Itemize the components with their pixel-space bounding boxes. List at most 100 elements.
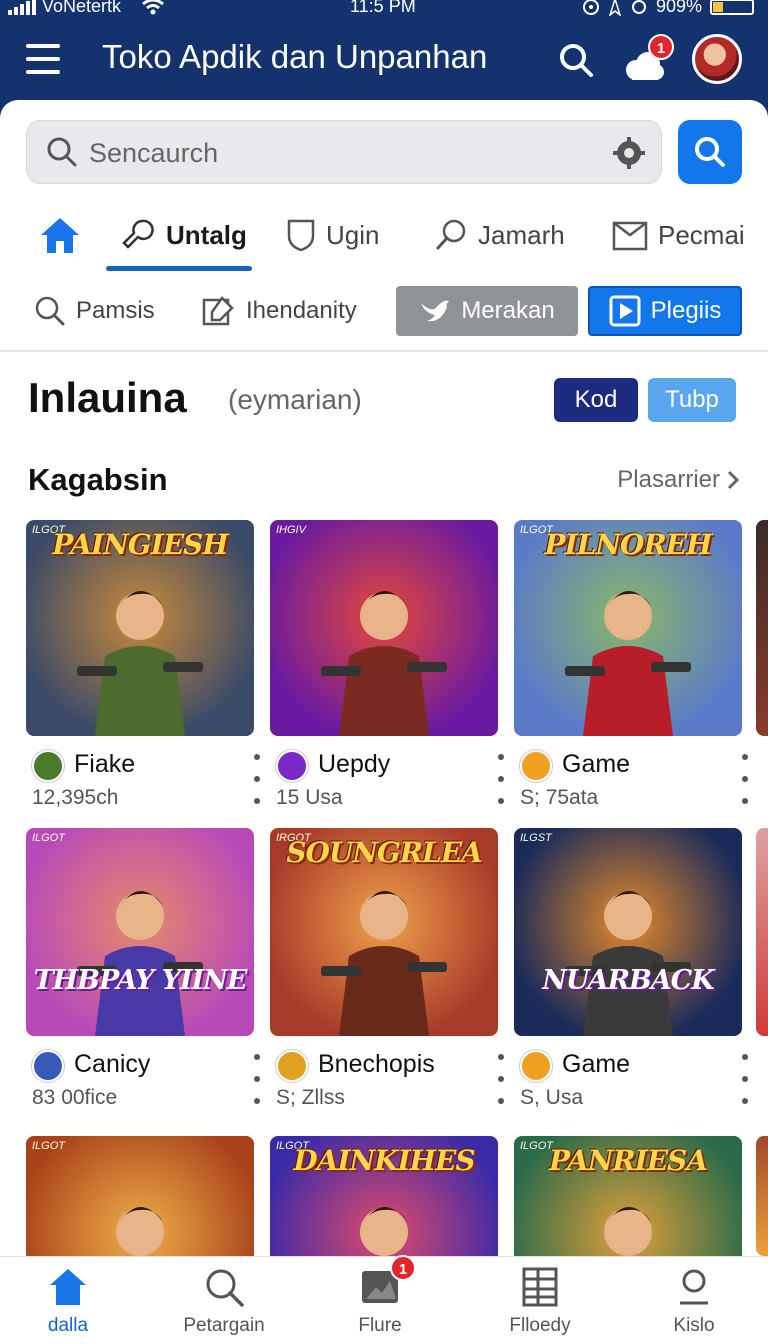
battery-percent: 909% — [655, 0, 702, 16]
game-name: Uepdy — [318, 750, 391, 778]
card-meta: Game S, Usa — [514, 1036, 748, 1116]
sync-icon — [631, 0, 646, 14]
divider — [0, 350, 768, 352]
nav-item-library[interactable]: Flloedy — [480, 1257, 600, 1344]
tab-label: Ugin — [326, 219, 380, 250]
game-title-art: PANRIESA — [549, 1144, 708, 1177]
nav-label: Flure — [358, 1315, 402, 1336]
status-time: 11:5 PM — [350, 0, 416, 16]
game-card[interactable]: ILGOT THBPAY YIINE Canicy 83 00fice — [26, 828, 260, 1116]
chip-ihendanity[interactable]: Ihendanity — [202, 286, 357, 336]
game-title-art: THBPAY YIINE — [33, 965, 248, 996]
nav-item-home[interactable]: dalla — [8, 1257, 128, 1344]
game-name: Bnechopis — [318, 1050, 435, 1078]
chip-plegiis[interactable]: Plegiis — [588, 286, 742, 336]
game-card[interactable]: ILGOT PAINGIESH Fiake 12,395ch — [26, 520, 260, 816]
game-title-art: SOUNGRLEA — [286, 836, 483, 869]
section-title: Inlauina — [28, 374, 187, 421]
edit-icon — [202, 296, 234, 326]
card-meta: Fiake 12,395ch — [26, 736, 260, 816]
bottom-navigation: dalla Petargain 1 Flure Flloedy Kislo — [0, 1255, 768, 1344]
game-stats: S; Zllss — [276, 1086, 345, 1109]
header-search-icon[interactable] — [556, 40, 596, 80]
game-thumbnail[interactable]: IRGOT SOUNGRLEA — [270, 828, 498, 1036]
image-icon: 1 — [358, 1255, 416, 1309]
game-thumbnail[interactable]: ILGST NUARBACK — [514, 828, 742, 1036]
more-options-icon[interactable] — [740, 754, 750, 804]
chip-label: Plegiis — [650, 297, 722, 324]
status-right: 909% — [582, 0, 754, 17]
mail-icon — [612, 221, 648, 251]
tab-jamarh[interactable]: Jamarh — [434, 204, 565, 266]
next-card-peek — [756, 520, 768, 736]
game-title-art: DAINKIHES — [293, 1144, 475, 1177]
game-stats: 12,395ch — [32, 786, 119, 809]
search-input[interactable] — [89, 133, 589, 173]
chip-pamsis[interactable]: Pamsis — [34, 286, 155, 336]
search-button[interactable] — [678, 120, 742, 184]
nav-item-search[interactable]: Petargain — [164, 1257, 284, 1344]
game-card[interactable]: IRGOT SOUNGRLEA Bnechopis S; Zllss — [270, 828, 504, 1116]
avatar-icon — [32, 750, 64, 782]
game-thumbnail[interactable]: ILGOT THBPAY YIINE — [26, 828, 254, 1036]
carrier-indicator: VoNetertk — [8, 0, 165, 17]
heart-icon — [520, 1050, 552, 1082]
battery-icon — [710, 0, 754, 15]
chip-label: Ihendanity — [246, 297, 357, 324]
card-meta: Game S; 75ata — [514, 736, 748, 816]
more-options-icon[interactable] — [496, 1054, 506, 1104]
tab-untalg[interactable]: Untalg — [120, 204, 247, 266]
more-options-icon[interactable] — [740, 1054, 750, 1104]
kod-button[interactable]: Kod — [554, 378, 638, 422]
category-tabs: Untalg Ugin Jamarh Pecmai — [0, 204, 768, 271]
game-stats: 15 Usa — [276, 786, 343, 809]
section-header: Inlauina (eymarian) Kod Tubp — [0, 368, 768, 438]
thumbnail-tag: IHGIV — [276, 524, 306, 536]
notification-badge: 1 — [648, 34, 674, 60]
game-thumbnail[interactable]: IHGIV — [270, 520, 498, 736]
game-name: Fiake — [74, 750, 136, 778]
search-icon — [35, 296, 65, 326]
thumbnail-tag: ILGOT — [32, 832, 66, 844]
app-bar: Toko Apdik dan Unpanhan 1 — [0, 28, 768, 92]
notification-button[interactable]: 1 — [620, 34, 674, 82]
game-name: Canicy — [74, 1050, 151, 1078]
tab-pecmai[interactable]: Pecmai — [612, 204, 745, 266]
globe-icon — [32, 1050, 64, 1082]
home-icon — [50, 1269, 86, 1305]
next-card-peek — [756, 1136, 768, 1256]
more-options-icon[interactable] — [252, 1054, 262, 1104]
next-card-peek — [756, 828, 768, 1036]
see-all-link[interactable]: Plasarrier — [617, 466, 740, 494]
nav-item-media[interactable]: 1 Flure — [320, 1255, 440, 1344]
play-icon — [609, 295, 641, 327]
card-meta: Bnechopis S; Zllss — [270, 1036, 504, 1116]
tubp-button[interactable]: Tubp — [648, 378, 736, 422]
profile-avatar[interactable] — [692, 34, 742, 84]
location-icon — [608, 0, 622, 16]
chip-label: Merakan — [461, 297, 555, 324]
game-card[interactable]: ILGST NUARBACK Game S, Usa — [514, 828, 748, 1116]
see-all-label: Plasarrier — [617, 466, 720, 493]
more-options-icon[interactable] — [496, 754, 506, 804]
chip-merakan[interactable]: Merakan — [396, 286, 578, 336]
game-card[interactable]: ILGOT PILNOREH Game S; 75ata — [514, 520, 748, 816]
game-card[interactable]: IHGIV Uepdy 15 Usa — [270, 520, 504, 816]
nav-item-profile[interactable]: Kislo — [634, 1257, 754, 1344]
section-subtitle: (eymarian) — [228, 384, 362, 415]
more-options-icon[interactable] — [252, 754, 262, 804]
menu-button[interactable] — [26, 44, 60, 74]
game-stats: 83 00fice — [32, 1086, 118, 1109]
purple-orb-icon — [276, 750, 308, 782]
alarm-icon — [582, 0, 599, 15]
settings-icon[interactable] — [611, 135, 647, 171]
star-icon — [520, 750, 552, 782]
tab-ugin[interactable]: Ugin — [286, 204, 379, 266]
game-thumbnail[interactable]: ILGOT PAINGIESH — [26, 520, 254, 736]
grid-icon — [522, 1267, 558, 1307]
game-thumbnail[interactable]: ILGOT PILNOREH — [514, 520, 742, 736]
game-stats: S; 75ata — [520, 786, 599, 809]
search-icon — [695, 137, 725, 167]
tab-home[interactable] — [38, 204, 82, 266]
search-bar[interactable] — [26, 120, 662, 184]
